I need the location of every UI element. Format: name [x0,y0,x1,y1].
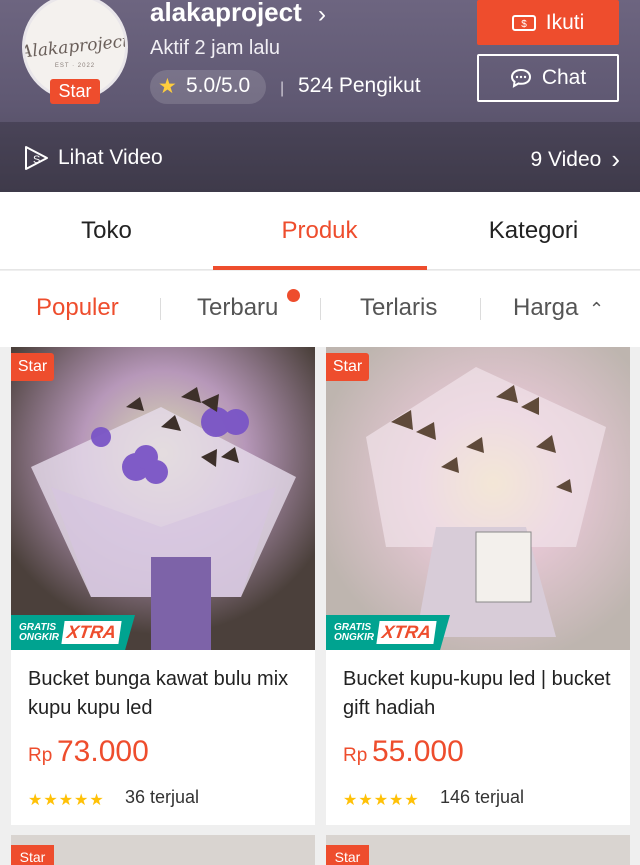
svg-text:S: S [33,154,40,166]
follow-button[interactable]: $ Ikuti [477,0,619,45]
ticket-store-icon: $ [511,14,536,31]
product-card-next[interactable]: Star [326,835,630,865]
bouquet-image [326,347,630,650]
shop-name[interactable]: alakaproject [150,0,302,28]
product-title[interactable]: Bucket kupu-kupu led | bucket gift hadia… [343,665,613,723]
product-card-next[interactable]: Star [11,835,315,865]
sold-count: 36 terjual [125,787,200,807]
video-label: Lihat Video [58,146,163,169]
star-seller-badge: Star [50,79,100,104]
follow-label: Ikuti [545,10,585,34]
product-price: 73.000 [57,735,149,768]
active-status: Aktif 2 jam lalu [150,37,281,59]
star-badge: Star [11,353,54,381]
shop-rating: 5.0/5.0 [186,74,251,97]
divider: | [280,80,285,97]
star-badge: Star [11,845,54,865]
free-shipping-badge: GRATIS ONGKIR XTRA [11,615,135,650]
shop-logo: Alakaproject [22,31,128,63]
product-title[interactable]: Bucket bunga kawat bulu mix kupu kupu le… [28,665,298,723]
chat-bubble-icon [510,68,531,88]
sort-updown-icon: ⌃ [589,299,605,319]
shop-header: Alakaproject EST · 2022 Star alakaprojec… [0,0,640,192]
sold-count: 146 terjual [440,787,525,807]
product-image[interactable]: Star GRATIS ONGKIR XTRA [11,347,315,650]
rating-stars: ★★★★★ [28,792,105,809]
product-image[interactable]: Star GRATIS ONGKIR XTRA [326,347,630,650]
product-card[interactable]: Star GRATIS ONGKIR XTRA Bucket kupu-kupu… [326,347,630,825]
free-ship-xtra: XTRA [376,621,437,644]
product-price: 55.000 [372,735,464,768]
play-icon: S [25,146,48,170]
divider [160,298,161,320]
chevron-right-icon[interactable]: › [318,1,326,29]
star-icon: ★ [158,75,177,98]
chevron-right-icon: › [611,144,620,174]
price-currency: Rp [28,745,53,766]
rating-stars: ★★★★★ [343,792,420,809]
follower-count: 524 Pengikut [298,74,421,97]
new-dot-indicator [287,289,300,302]
video-count-link[interactable]: 9 Video › [530,144,620,175]
sort-harga[interactable]: Harga ⌃ [513,294,604,322]
divider [320,298,321,320]
bouquet-image [11,347,315,650]
tab-toko[interactable]: Toko [0,192,213,270]
sort-populer[interactable]: Populer [36,294,119,322]
sort-terlaris[interactable]: Terlaris [360,294,437,322]
free-ship-top: GRATIS [334,621,372,633]
video-count: 9 Video [530,147,602,171]
tab-kategori[interactable]: Kategori [427,192,640,270]
free-ship-bottom: ONGKIR [334,631,374,643]
tab-bar: Toko Produk Kategori [0,192,640,270]
product-card[interactable]: Star GRATIS ONGKIR XTRA Bucket bunga kaw… [11,347,315,825]
free-ship-xtra: XTRA [61,621,122,644]
divider [480,298,481,320]
free-ship-bottom: ONGKIR [19,631,59,643]
star-badge: Star [326,353,369,381]
shop-logo-sub: EST · 2022 [54,63,96,69]
free-ship-top: GRATIS [19,621,57,633]
active-tab-indicator [213,266,427,270]
chat-button[interactable]: Chat [477,54,619,102]
sort-bar: Populer Terbaru Terlaris Harga ⌃ [0,271,640,347]
chat-label: Chat [541,66,587,89]
tab-produk[interactable]: Produk [213,192,426,270]
video-link[interactable]: S Lihat Video [22,144,163,172]
free-shipping-badge: GRATIS ONGKIR XTRA [326,615,450,650]
sort-terbaru[interactable]: Terbaru [197,294,278,322]
svg-text:$: $ [521,19,527,30]
price-currency: Rp [343,745,368,766]
star-badge: Star [326,845,369,865]
sort-harga-label: Harga [513,294,579,321]
